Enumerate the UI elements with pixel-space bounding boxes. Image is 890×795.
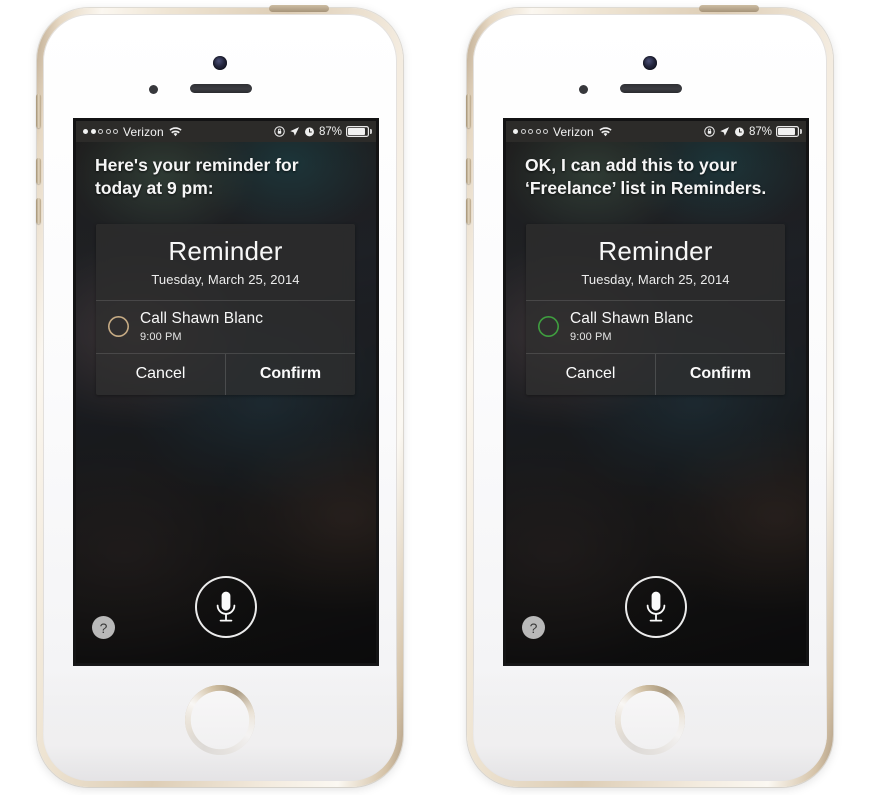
microphone-icon xyxy=(216,591,236,622)
reminder-card-date: Tuesday, March 25, 2014 xyxy=(581,272,730,288)
signal-dot xyxy=(521,129,526,134)
reminder-card-date: Tuesday, March 25, 2014 xyxy=(151,272,300,288)
reminder-item-title: Call Shawn Blanc xyxy=(570,310,694,328)
rotation-lock-icon xyxy=(704,126,715,137)
signal-dot xyxy=(90,129,96,134)
signal-strength-dots xyxy=(513,129,548,134)
carrier-label: Verizon xyxy=(123,124,164,139)
reminder-checkbox-circle[interactable] xyxy=(538,316,559,337)
signal-strength-dots xyxy=(83,129,118,134)
signal-dot xyxy=(83,129,88,134)
signal-dot xyxy=(513,129,518,134)
reminder-item-title: Call Shawn Blanc xyxy=(140,310,264,328)
front-camera-icon xyxy=(643,56,657,70)
reminder-card-title: Reminder xyxy=(168,236,283,266)
silent-switch[interactable] xyxy=(36,94,41,128)
reminder-item-text: Call Shawn Blanc 9:00 PM xyxy=(140,310,263,343)
reminder-card-header: Reminder Tuesday, March 25, 2014 xyxy=(96,224,355,302)
rotation-lock-icon xyxy=(274,126,285,137)
wifi-icon xyxy=(599,126,612,136)
device-front-face: Verizon xyxy=(473,14,827,781)
siri-microphone-button[interactable] xyxy=(195,576,257,638)
battery-fill xyxy=(777,127,795,136)
battery-percent-label: 87% xyxy=(748,125,772,138)
siri-help-button[interactable]: ? xyxy=(522,616,545,639)
volume-up-button[interactable] xyxy=(36,158,41,184)
reminder-card-actions: Cancel Confirm xyxy=(96,354,355,396)
location-arrow-icon xyxy=(720,127,730,136)
signal-dot xyxy=(106,129,111,134)
signal-dot xyxy=(536,129,541,134)
volume-down-button[interactable] xyxy=(36,198,41,224)
carrier-label: Verizon xyxy=(553,124,594,139)
signal-dot xyxy=(98,129,103,134)
cancel-button[interactable]: Cancel xyxy=(96,354,225,396)
battery-icon xyxy=(776,126,803,137)
reminder-card: Reminder Tuesday, March 25, 2014 Call Sh… xyxy=(526,224,785,396)
reminder-card: Reminder Tuesday, March 25, 2014 Call Sh… xyxy=(96,224,355,396)
volume-down-button[interactable] xyxy=(466,198,471,224)
proximity-sensor-icon xyxy=(149,85,158,94)
cancel-button[interactable]: Cancel xyxy=(526,354,655,396)
phone-screen: Verizon xyxy=(506,121,806,663)
reminder-item-text: Call Shawn Blanc 9:00 PM xyxy=(570,310,693,343)
home-button[interactable] xyxy=(617,687,683,753)
reminder-item-time: 9:00 PM xyxy=(140,331,182,344)
wifi-icon xyxy=(169,126,182,136)
signal-dot xyxy=(543,129,548,134)
earpiece-speaker-icon xyxy=(620,84,682,93)
home-button[interactable] xyxy=(187,687,253,753)
front-camera-icon xyxy=(213,56,227,70)
battery-icon xyxy=(346,126,373,137)
screenshot-canvas: Verizon 87% Here's your reminder for tod… xyxy=(0,0,890,795)
power-button[interactable] xyxy=(269,5,329,12)
signal-dot xyxy=(528,129,533,134)
device-front-face: Verizon xyxy=(43,14,397,781)
iphone-device-right: Verizon 87% OK, I can add this to your ‘… xyxy=(466,5,833,787)
reminder-checkbox-circle[interactable] xyxy=(108,316,129,337)
reminder-item-time: 9:00 PM xyxy=(570,331,612,344)
siri-microphone-button[interactable] xyxy=(625,576,687,638)
signal-dot xyxy=(113,129,118,134)
confirm-button[interactable]: Confirm xyxy=(655,354,785,396)
alarm-clock-icon xyxy=(734,127,744,137)
reminder-card-header: Reminder Tuesday, March 25, 2014 xyxy=(526,224,785,302)
reminder-list-item[interactable]: Call Shawn Blanc 9:00 PM xyxy=(96,301,355,355)
confirm-button[interactable]: Confirm xyxy=(225,354,355,396)
location-arrow-icon xyxy=(290,127,300,136)
siri-response-text: OK, I can add this to your ‘Freelance’ l… xyxy=(525,155,767,199)
status-bar: Verizon 87% xyxy=(76,121,376,142)
phone-screen: Verizon xyxy=(76,121,376,663)
power-button[interactable] xyxy=(699,5,759,12)
iphone-device-left: Verizon 87% Here's your reminder for tod… xyxy=(36,5,403,787)
reminder-card-title: Reminder xyxy=(598,236,713,266)
volume-up-button[interactable] xyxy=(466,158,471,184)
earpiece-speaker-icon xyxy=(190,84,252,93)
alarm-clock-icon xyxy=(304,127,314,137)
battery-fill xyxy=(347,127,365,136)
battery-percent-label: 87% xyxy=(318,125,342,138)
reminder-list-item[interactable]: Call Shawn Blanc 9:00 PM xyxy=(526,301,785,355)
siri-response-text: Here's your reminder for today at 9 pm: xyxy=(95,155,299,199)
proximity-sensor-icon xyxy=(579,85,588,94)
silent-switch[interactable] xyxy=(466,94,471,128)
microphone-icon xyxy=(646,591,666,622)
reminder-card-actions: Cancel Confirm xyxy=(526,354,785,396)
siri-help-button[interactable]: ? xyxy=(92,616,115,639)
status-bar: Verizon 87% xyxy=(506,121,806,142)
